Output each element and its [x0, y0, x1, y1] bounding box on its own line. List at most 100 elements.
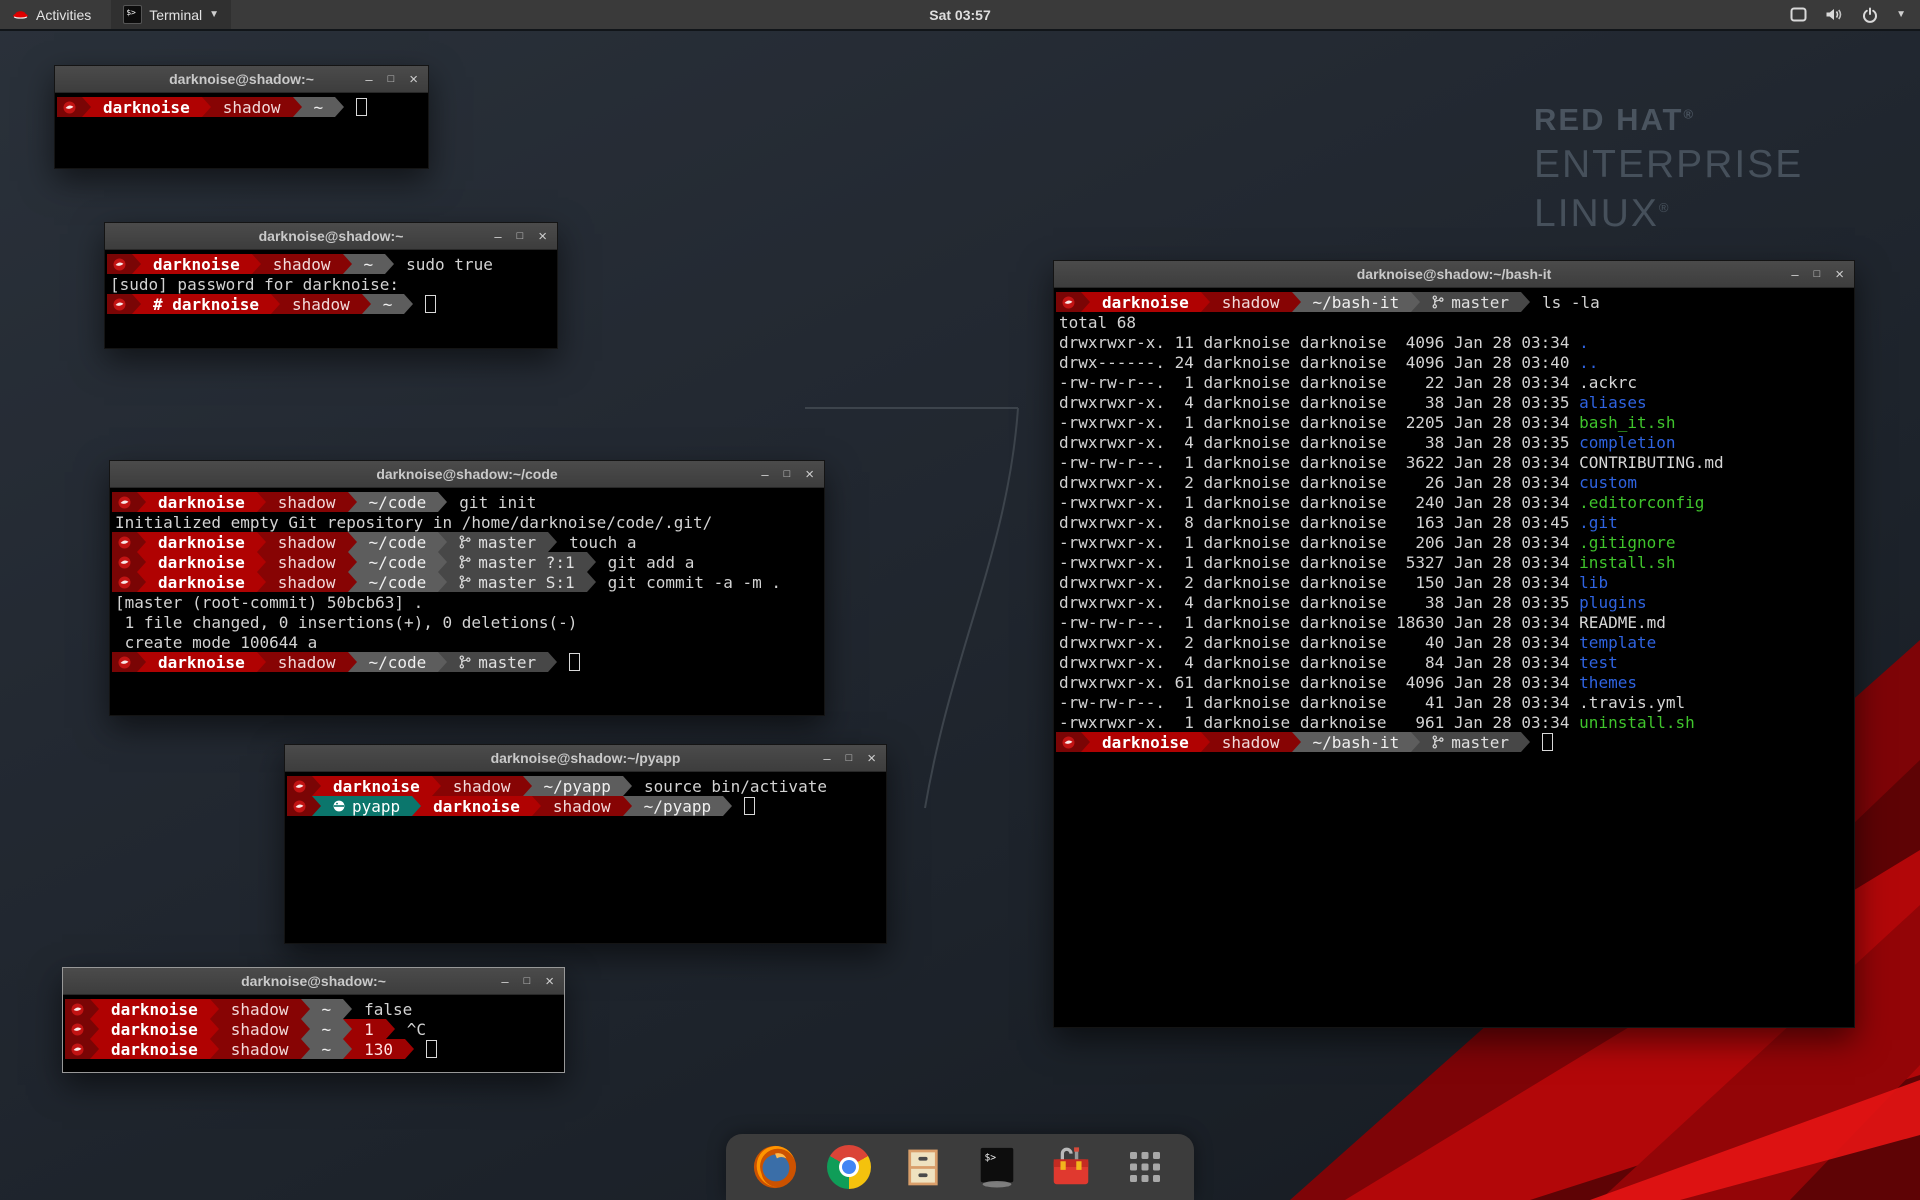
- terminal-line: darknoiseshadow~/bash-itmasterls -la: [1056, 292, 1854, 312]
- powerline-arrow: [301, 1039, 310, 1059]
- terminal-line: darknoiseshadow~/codemaster ?:1git add a: [112, 552, 824, 572]
- powerline-arrow: [532, 796, 541, 816]
- window-title: darknoise@shadow:~: [259, 228, 404, 244]
- ls-meta: -rwxrwxr-x. 1 darknoise darknoise 240 Ja…: [1056, 493, 1579, 512]
- activities-button[interactable]: Activities: [0, 0, 103, 29]
- powerline-arrow: [312, 776, 321, 796]
- prompt-segment-host: shadow: [1210, 292, 1292, 312]
- redhat-icon: [118, 556, 131, 569]
- chrome-icon[interactable]: [826, 1144, 872, 1190]
- close-button[interactable]: ×: [409, 72, 418, 87]
- terminal-content[interactable]: darknoiseshadow~: [55, 93, 428, 117]
- close-button[interactable]: ×: [867, 751, 876, 766]
- file-name: uninstall.sh: [1579, 713, 1695, 732]
- ls-meta: drwxrwxr-x. 11 darknoise darknoise 4096 …: [1056, 333, 1579, 352]
- titlebar[interactable]: darknoise@shadow:~/code–□×: [110, 461, 824, 488]
- titlebar[interactable]: darknoise@shadow:~–□×: [55, 66, 428, 93]
- volume-icon[interactable]: [1825, 7, 1844, 22]
- app-grid-icon[interactable]: [1122, 1144, 1168, 1190]
- ls-meta: -rwxrwxr-x. 1 darknoise darknoise 961 Ja…: [1056, 713, 1579, 732]
- minimize-button[interactable]: –: [1791, 268, 1798, 281]
- redhat-icon: [71, 1003, 84, 1016]
- terminal-content[interactable]: darknoiseshadow~/bash-itmasterls -latota…: [1054, 288, 1854, 752]
- powerline-arrow: [293, 97, 302, 117]
- powerline-arrow: [271, 294, 280, 314]
- files-icon[interactable]: [900, 1144, 946, 1190]
- terminal-content[interactable]: darknoiseshadow~falsedarknoiseshadow~1^C…: [63, 995, 564, 1059]
- powerline-arrow: [343, 1019, 352, 1039]
- powerline-arrow: [404, 294, 413, 314]
- clock[interactable]: Sat 03:57: [0, 7, 1920, 23]
- redhat-icon: [118, 536, 131, 549]
- titlebar[interactable]: darknoise@shadow:~/bash-it–□×: [1054, 261, 1854, 288]
- prompt-segment-host: shadow: [1210, 732, 1292, 752]
- redhat-icon: [293, 800, 306, 813]
- maximize-button[interactable]: □: [1814, 269, 1821, 280]
- powerline-arrow: [348, 572, 357, 592]
- prompt-segment-host: shadow: [219, 999, 301, 1019]
- redhat-icon: [118, 496, 131, 509]
- terminal-line: drwxrwxr-x. 4 darknoise darknoise 84 Jan…: [1056, 652, 1854, 672]
- branch-icon: [459, 555, 471, 569]
- close-button[interactable]: ×: [1835, 267, 1844, 282]
- system-status-area: ▼: [1790, 7, 1920, 23]
- terminal-content[interactable]: darknoiseshadow~/pyappsource bin/activat…: [285, 772, 886, 816]
- powerline-arrow: [438, 572, 447, 592]
- maximize-button[interactable]: □: [784, 469, 791, 480]
- prompt-segment-dir: ~: [310, 1039, 344, 1059]
- command-text: git init: [447, 493, 536, 512]
- terminal-line: drwxrwxr-x. 2 darknoise darknoise 150 Ja…: [1056, 572, 1854, 592]
- minimize-button[interactable]: –: [494, 230, 501, 243]
- window-controls: – □ ×: [761, 461, 814, 487]
- titlebar[interactable]: darknoise@shadow:~–□×: [63, 968, 564, 995]
- terminal-line: -rwxrwxr-x. 1 darknoise darknoise 206 Ja…: [1056, 532, 1854, 552]
- window-controls: – □ ×: [1791, 261, 1844, 287]
- close-button[interactable]: ×: [805, 467, 814, 482]
- terminal-icon[interactable]: $>: [974, 1144, 1020, 1190]
- ls-meta: -rwxrwxr-x. 1 darknoise darknoise 2205 J…: [1056, 413, 1579, 432]
- titlebar[interactable]: darknoise@shadow:~ – □ ×: [105, 223, 557, 250]
- file-name: .git: [1579, 513, 1618, 532]
- powerline-arrow: [137, 532, 146, 552]
- caret-down-icon[interactable]: ▼: [1896, 9, 1906, 20]
- maximize-button[interactable]: □: [846, 753, 853, 764]
- maximize-button[interactable]: □: [388, 74, 395, 85]
- terminal-line: drwxrwxr-x. 2 darknoise darknoise 40 Jan…: [1056, 632, 1854, 652]
- window-controls: – □ ×: [365, 66, 418, 92]
- maximize-button[interactable]: □: [517, 231, 524, 242]
- redhat-icon: [63, 101, 76, 114]
- terminal-content[interactable]: darknoiseshadow~sudo true[sudo] password…: [105, 250, 557, 314]
- terminal-line: # darknoiseshadow~: [107, 294, 557, 314]
- prompt-segment-host: shadow: [266, 572, 348, 592]
- powerline-arrow: [90, 1039, 99, 1059]
- svg-text:$>: $>: [985, 1152, 997, 1163]
- power-icon[interactable]: [1862, 7, 1878, 23]
- redhat-icon: [113, 258, 126, 271]
- close-button[interactable]: ×: [538, 229, 547, 244]
- powerline-arrow: [257, 652, 266, 672]
- close-button[interactable]: ×: [545, 974, 554, 989]
- terminal-line: [sudo] password for darknoise:: [107, 274, 557, 294]
- prompt-segment-lead: [1056, 292, 1081, 312]
- maximize-button[interactable]: □: [524, 976, 531, 987]
- titlebar[interactable]: darknoise@shadow:~/pyapp–□×: [285, 745, 886, 772]
- minimize-button[interactable]: –: [501, 975, 508, 988]
- prompt-segment-lead: [112, 552, 137, 572]
- firefox-icon[interactable]: [752, 1144, 798, 1190]
- file-name: CONTRIBUTING.md: [1579, 453, 1724, 472]
- display-icon[interactable]: [1790, 7, 1807, 22]
- minimize-button[interactable]: –: [365, 73, 372, 86]
- output-text: [sudo] password for darknoise:: [107, 275, 399, 294]
- minimize-button[interactable]: –: [761, 468, 768, 481]
- terminal-content[interactable]: darknoiseshadow~/codegit initInitialized…: [110, 488, 824, 672]
- powerline-arrow: [432, 776, 441, 796]
- minimize-button[interactable]: –: [823, 752, 830, 765]
- file-name: template: [1579, 633, 1656, 652]
- app-menu-terminal[interactable]: $> Terminal ▼: [111, 0, 231, 29]
- terminal-cursor: [426, 1040, 437, 1058]
- redhat-icon: [71, 1043, 84, 1056]
- prompt-segment-lead: [287, 776, 312, 796]
- file-name: README.md: [1579, 613, 1666, 632]
- powerline-arrow: [335, 97, 344, 117]
- toolbox-icon[interactable]: [1048, 1144, 1094, 1190]
